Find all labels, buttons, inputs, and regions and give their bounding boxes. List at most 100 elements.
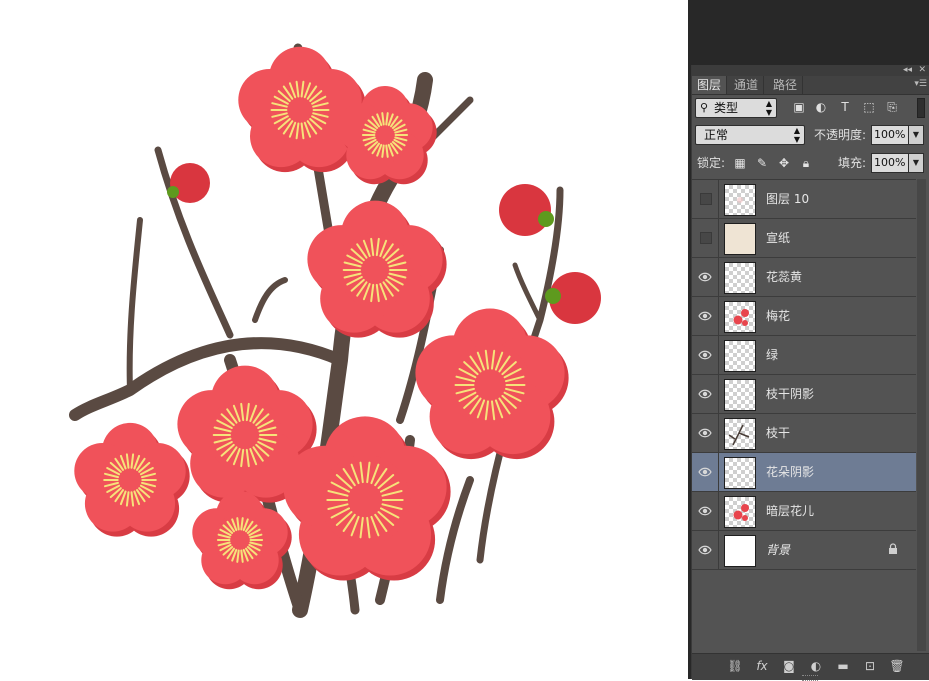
lock-label: 锁定: [697, 156, 726, 170]
layer-name[interactable]: 花蕊黄 [766, 258, 802, 296]
eye-icon [698, 545, 712, 555]
delete-layer-icon[interactable]: 🗑︎ [888, 658, 906, 674]
fx-icon[interactable]: fx [753, 658, 771, 674]
layer-thumbnail[interactable] [724, 457, 756, 489]
layer-row[interactable]: 背景 [692, 531, 916, 570]
eye-icon [698, 311, 712, 321]
blossom [192, 491, 292, 590]
blossoms [74, 46, 569, 590]
layer-name[interactable]: 枝干 [766, 414, 790, 452]
select-arrows-icon: ▲ ▼ [793, 126, 800, 144]
opacity-dropdown-icon[interactable]: ▼ [908, 125, 924, 145]
panel-title-strip: ◂◂ ✕ [692, 65, 929, 76]
layer-thumbnail[interactable] [724, 223, 756, 255]
layer-row[interactable]: 枝干阴影 [692, 375, 916, 414]
lock-all-icon[interactable]: 🔒︎ [798, 155, 814, 171]
visibility-toggle[interactable] [692, 297, 719, 335]
document-canvas[interactable] [0, 0, 688, 679]
visibility-toggle[interactable] [692, 258, 719, 296]
filter-kind-select[interactable]: ⚲ 类型 ▲ ▼ [695, 98, 777, 118]
layer-row[interactable]: 宣纸 [692, 219, 916, 258]
layer-name[interactable]: 梅花 [766, 297, 790, 335]
fill-label: 填充: [838, 156, 867, 170]
layer-lock-icon [888, 543, 898, 558]
layer-name[interactable]: 背景 [766, 531, 790, 569]
eye-icon [698, 428, 712, 438]
close-icon[interactable]: ✕ [918, 65, 926, 76]
eye-icon [698, 467, 712, 477]
hidden-visibility-box [700, 232, 712, 244]
opacity-label: 不透明度: [814, 128, 867, 142]
blossom [74, 422, 190, 537]
tab-layers[interactable]: 图层 [692, 76, 728, 94]
layer-thumbnail[interactable] [724, 496, 756, 528]
layers-scrollbar[interactable] [917, 179, 926, 651]
layer-name[interactable]: 花朵阴影 [766, 453, 814, 491]
visibility-toggle[interactable] [692, 336, 719, 374]
layer-thumbnail[interactable] [724, 301, 756, 333]
visibility-toggle[interactable] [692, 492, 719, 530]
fill-dropdown-icon[interactable]: ▼ [908, 153, 924, 173]
visibility-toggle[interactable] [692, 531, 719, 569]
layer-row[interactable]: 图层 10 [692, 180, 916, 219]
panel-resize-grip[interactable] [802, 675, 818, 681]
layer-thumbnail[interactable] [724, 418, 756, 450]
layer-name[interactable]: 枝干阴影 [766, 375, 814, 413]
layer-row[interactable]: 梅花 [692, 297, 916, 336]
layer-thumbnail[interactable] [724, 262, 756, 294]
lock-image-pixels-icon[interactable]: ✎ [754, 155, 770, 171]
layer-name[interactable]: 图层 10 [766, 180, 809, 218]
eye-icon [698, 350, 712, 360]
layer-row[interactable]: 绿 [692, 336, 916, 375]
visibility-toggle[interactable] [692, 414, 719, 452]
link-layers-icon[interactable]: ⛓ [726, 658, 744, 674]
panel-tabbar: 图层 通道 路径 ▾☰ [692, 76, 929, 95]
smart-object-filter-icon[interactable]: ⎘ [884, 99, 900, 115]
filter-kind-label: 类型 [714, 101, 739, 115]
eye-icon [698, 506, 712, 516]
image-filter-icon[interactable]: ▣ [791, 99, 807, 115]
layer-row[interactable]: 花蕊黄 [692, 258, 916, 297]
layer-row[interactable]: 花朵阴影 [692, 453, 916, 492]
lock-transparent-pixels-icon[interactable]: ▦ [732, 155, 748, 171]
new-layer-icon[interactable]: ⊡ [861, 658, 879, 674]
tab-channels[interactable]: 通道 [729, 76, 765, 94]
fill-input[interactable]: 100% [871, 153, 909, 173]
layers-panel: ◂◂ ✕ 图层 通道 路径 ▾☰ ⚲ 类型 ▲ ▼ ▣ ◐ T ⬚ ⎘ 正常 ▲ ▼… [691, 65, 929, 681]
layer-row[interactable]: 暗层花儿 [692, 492, 916, 531]
tab-paths[interactable]: 路径 [768, 76, 804, 94]
adjustment-filter-icon[interactable]: ◐ [813, 99, 829, 115]
visibility-toggle[interactable] [692, 219, 719, 257]
eye-icon [698, 389, 712, 399]
new-adjustment-layer-icon[interactable]: ◐ [807, 658, 825, 674]
layer-name[interactable]: 暗层花儿 [766, 492, 814, 530]
layer-thumbnail[interactable] [724, 379, 756, 411]
opacity-input[interactable]: 100% [871, 125, 909, 145]
new-group-icon[interactable]: ▬ [834, 658, 852, 674]
layer-name[interactable]: 宣纸 [766, 219, 790, 257]
shape-filter-icon[interactable]: ⬚ [861, 99, 877, 115]
collapse-panels-icon[interactable]: ◂◂ [903, 65, 912, 76]
search-icon: ⚲ [700, 101, 709, 114]
blend-mode-select[interactable]: 正常 ▲ ▼ [695, 125, 805, 145]
eye-icon [698, 272, 712, 282]
hidden-visibility-box [700, 193, 712, 205]
blossom [415, 308, 569, 460]
visibility-toggle[interactable] [692, 375, 719, 413]
lock-position-icon[interactable]: ✥ [776, 155, 792, 171]
layer-thumbnail[interactable] [724, 184, 756, 216]
layer-name[interactable]: 绿 [766, 336, 778, 374]
visibility-toggle[interactable] [692, 180, 719, 218]
layer-thumbnail[interactable] [724, 535, 756, 567]
visibility-toggle[interactable] [692, 453, 719, 491]
blend-mode-label: 正常 [704, 128, 729, 142]
layer-thumbnail[interactable] [724, 340, 756, 372]
layers-bottom-toolbar: ⛓ fx ◙ ◐ ▬ ⊡ 🗑︎ [692, 653, 929, 681]
panel-menu-icon[interactable]: ▾☰ [914, 79, 927, 89]
type-filter-icon[interactable]: T [837, 99, 853, 115]
plum-blossom-artwork [69, 43, 601, 618]
select-arrows-icon: ▲ ▼ [765, 99, 772, 117]
add-mask-icon[interactable]: ◙ [780, 658, 798, 674]
layer-row[interactable]: 枝干 [692, 414, 916, 453]
filter-toggle-switch[interactable] [917, 98, 925, 118]
